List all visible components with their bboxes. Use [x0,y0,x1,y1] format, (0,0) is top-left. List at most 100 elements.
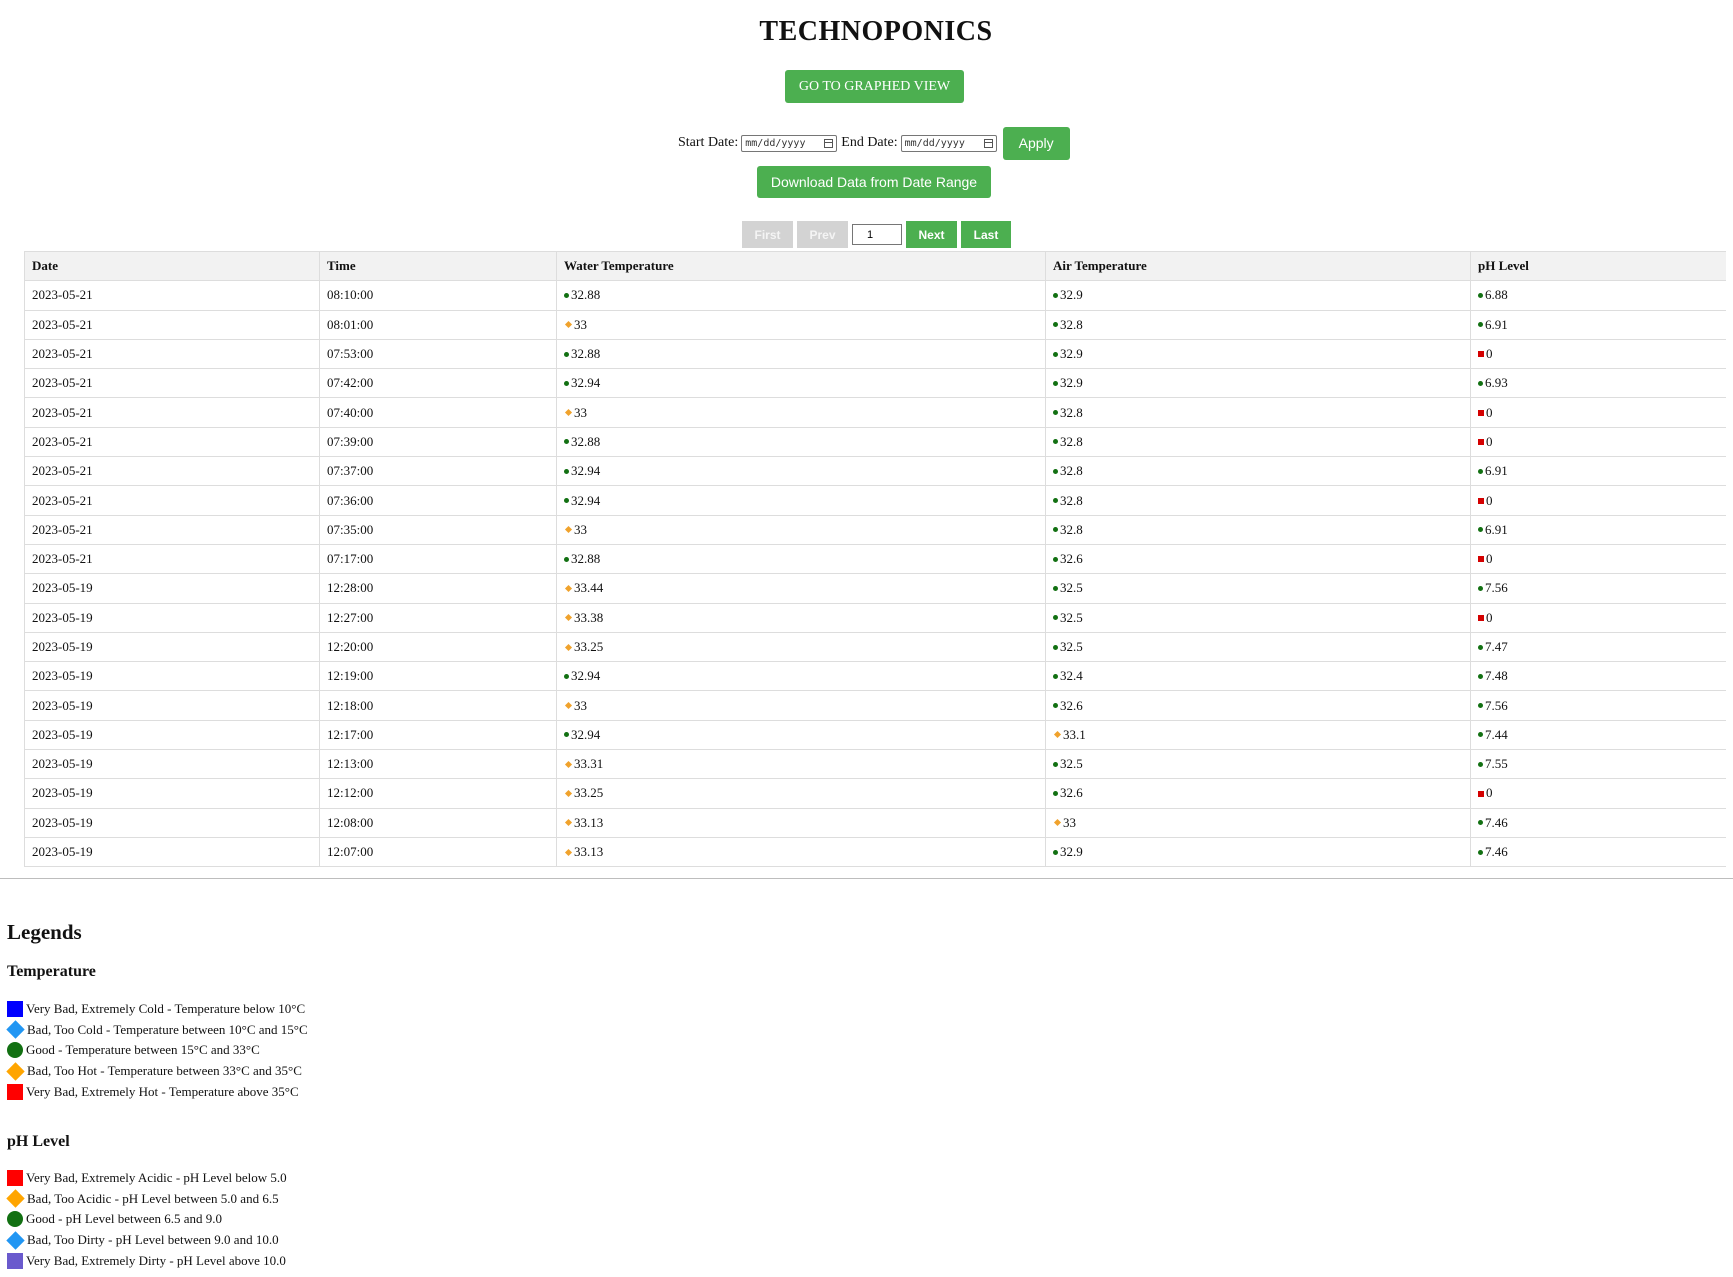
last-page-button[interactable]: Last [961,221,1011,248]
reading-cell: 32.5 [1045,602,1471,633]
table-row: 2023-05-19 12:19:00 32.94 32.4 7.48 [24,661,1726,692]
reading-cell: 32.88 [556,426,1046,458]
reading-value: 7.48 [1485,668,1508,684]
reading-cell: 32.94 [556,456,1046,487]
reading-cell: 32.94 [556,368,1046,399]
reading-value: 7.47 [1485,639,1508,654]
bad-status-icon [1478,438,1484,445]
reading-cell: 7.46 [1470,807,1726,838]
first-page-button[interactable]: First [742,221,793,248]
end-date-input[interactable]: mm/dd/yyyy [900,134,997,152]
reading-cell: 6.91 [1470,309,1726,340]
reading-value: 32.88 [571,433,601,449]
good-status-icon [1053,673,1058,679]
reading-cell: 33 [556,397,1046,428]
table-row: 2023-05-21 07:39:00 32.88 32.8 0 [24,426,1726,458]
good-status-icon [564,380,569,386]
calendar-icon[interactable] [983,138,993,148]
reading-value: 32.6 [1060,697,1083,713]
reading-value: 0 [1486,404,1493,420]
reading-cell: 32.6 [1045,778,1471,809]
good-status-icon [1053,292,1058,298]
good-status-icon [564,351,569,357]
warning-status-icon [564,321,573,329]
reading-cell: 32.8 [1045,309,1471,340]
table-row: 2023-05-19 12:17:00 32.94 33.1 7.44 [24,719,1726,751]
ph-legend: Very Bad, Extremely Acidic - pH Level be… [6,1168,287,1271]
reading-value: 32.6 [1060,785,1083,801]
legend-label: Good - pH Level between 6.5 and 9.0 [26,1211,223,1227]
reading-value: 32.9 [1060,844,1083,860]
reading-value: 7.44 [1485,726,1508,742]
pagination: First Prev Next Last [742,221,1011,248]
reading-value: 6.91 [1485,463,1508,479]
calendar-icon[interactable] [824,138,834,148]
time-cell: 07:35:00 [319,514,557,545]
reading-cell: 0 [1470,778,1726,809]
reading-value: 0 [1486,492,1493,508]
reading-value: 32.88 [571,551,601,567]
reading-cell: 33.1 [1045,719,1471,751]
data-table-scroll[interactable]: Date Time Water Temperature Air Temperature… [24,251,1726,878]
start-date-input[interactable]: mm/dd/yyyy [741,134,838,152]
column-header: Air Temperature [1045,251,1471,282]
column-header: Water Temperature [556,251,1046,282]
graphed-view-button[interactable]: GO TO GRAPHED VIEW [785,70,964,103]
temperature-legend: Very Bad, Extremely Cold - Temperature b… [6,999,308,1102]
reading-cell: 6.91 [1470,514,1726,545]
table-row: 2023-05-21 08:10:00 32.88 32.9 6.88 [24,280,1726,311]
next-page-button[interactable]: Next [906,221,957,248]
good-status-icon [564,732,569,738]
reading-value: 33.13 [574,814,604,830]
legend-label: Good - Temperature between 15°C and 33°C [26,1042,260,1058]
reading-cell: 0 [1470,426,1726,458]
legends-title: Legends [7,920,82,944]
ph-legend-title: pH Level [7,1133,70,1150]
reading-cell: 32.9 [1045,368,1471,399]
download-button[interactable]: Download Data from Date Range [757,166,991,198]
good-status-icon [1478,703,1483,709]
square-swatch-icon [7,1083,23,1100]
good-status-icon [1053,791,1058,796]
prev-page-button[interactable]: Prev [797,221,848,248]
reading-cell: 32.5 [1045,573,1471,604]
table-row: 2023-05-19 12:13:00 33.31 32.5 7.55 [24,749,1726,780]
reading-value: 32.8 [1060,521,1083,537]
warning-status-icon [564,848,573,856]
date-cell: 2023-05-19 [24,719,320,751]
reading-value: 33 [574,521,587,537]
good-status-icon [1478,732,1483,738]
good-status-icon [1478,322,1483,328]
apply-button[interactable]: Apply [1002,126,1070,160]
reading-value: 0 [1486,433,1493,449]
reading-cell: 32.94 [556,661,1046,692]
reading-cell: 32.6 [1045,690,1471,721]
reading-value: 6.91 [1485,521,1508,537]
good-status-icon [564,439,569,445]
reading-cell: 33.31 [556,749,1046,780]
good-status-icon [1053,468,1058,474]
reading-cell: 32.8 [1045,456,1471,487]
good-status-icon [1053,585,1058,591]
time-cell: 12:18:00 [319,690,557,721]
good-status-icon [1053,439,1058,445]
reading-cell: 33.25 [556,631,1046,663]
table-header-row: Date Time Water Temperature Air Temperature… [24,251,1726,282]
legend-item: Bad, Too Dirty - pH Level between 9.0 an… [6,1230,287,1251]
reading-cell: 0 [1470,338,1726,370]
reading-cell: 32.8 [1045,397,1471,428]
reading-value: 7.46 [1485,814,1508,830]
reading-cell: 0 [1470,543,1726,575]
good-status-icon [1478,527,1483,533]
reading-cell: 0 [1470,485,1726,516]
page-number-input[interactable] [852,224,902,245]
table-row: 2023-05-19 12:28:00 33.44 32.5 7.56 [24,573,1726,604]
column-header: Date [24,251,320,282]
legend-label: Very Bad, Extremely Dirty - pH Level abo… [26,1252,286,1268]
reading-value: 33 [574,697,587,713]
date-cell: 2023-05-21 [24,456,320,487]
reading-value: 32.8 [1060,463,1083,479]
table-row: 2023-05-19 12:27:00 33.38 32.5 0 [24,602,1726,633]
reading-cell: 7.44 [1470,719,1726,751]
date-cell: 2023-05-19 [24,690,320,721]
